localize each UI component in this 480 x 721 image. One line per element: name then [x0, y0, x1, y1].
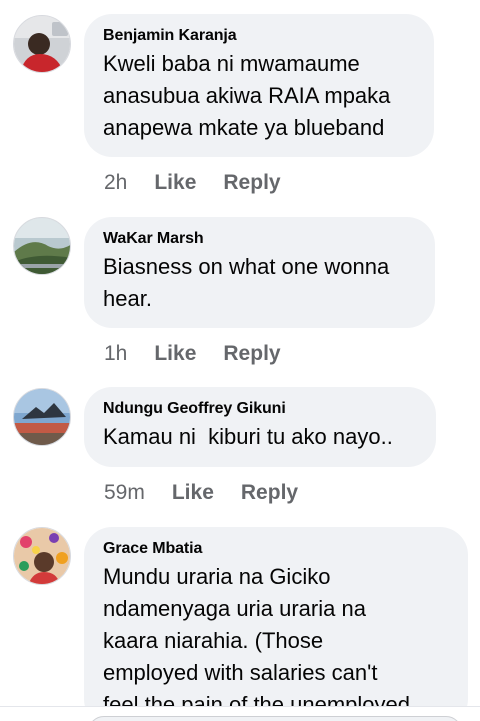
comment-input[interactable] [88, 716, 462, 721]
like-button[interactable]: Like [172, 480, 214, 506]
comment-bubble: Grace Mbatia Mundu uraria na Giciko ndam… [84, 527, 468, 721]
avatar-image [14, 389, 70, 445]
comment-bubble: Ndungu Geoffrey Gikuni Kamau ni kiburi t… [84, 387, 436, 467]
comment-actions: 59m Like Reply [104, 480, 325, 506]
comment-actions: 1h Like Reply [104, 341, 308, 367]
comment-time[interactable]: 2h [104, 170, 127, 196]
reply-button[interactable]: Reply [241, 480, 298, 506]
comment-time[interactable]: 59m [104, 480, 145, 506]
comment-text: Kweli baba ni mwamaume anasubua akiwa RA… [103, 51, 391, 140]
comment-bubble: Benjamin Karanja Kweli baba ni mwamaume … [84, 14, 434, 157]
avatar-image [14, 16, 70, 72]
avatar[interactable] [13, 15, 71, 73]
comment-author[interactable]: Grace Mbatia [103, 539, 447, 559]
comment-text: Biasness on what one wonna hear. [103, 254, 390, 311]
avatar[interactable] [13, 527, 71, 585]
comment-author[interactable]: Benjamin Karanja [103, 26, 413, 46]
comment-bubble: WaKar Marsh Biasness on what one wonna h… [84, 217, 435, 328]
avatar-image [14, 528, 70, 584]
comment-author[interactable]: WaKar Marsh [103, 229, 414, 249]
like-button[interactable]: Like [154, 341, 196, 367]
comments-feed: Benjamin Karanja Kweli baba ni mwamaume … [0, 0, 480, 721]
comment-author[interactable]: Ndungu Geoffrey Gikuni [103, 399, 415, 419]
comment-time[interactable]: 1h [104, 341, 127, 367]
reply-button[interactable]: Reply [223, 170, 280, 196]
comment-actions: 2h Like Reply [104, 170, 308, 196]
reply-button[interactable]: Reply [223, 341, 280, 367]
avatar[interactable] [13, 217, 71, 275]
like-button[interactable]: Like [154, 170, 196, 196]
comment-text: Mundu uraria na Giciko ndamenyaga uria u… [103, 564, 411, 717]
avatar[interactable] [13, 388, 71, 446]
avatar-image [14, 218, 70, 274]
comment-text: Kamau ni kiburi tu ako nayo.. [103, 424, 393, 449]
